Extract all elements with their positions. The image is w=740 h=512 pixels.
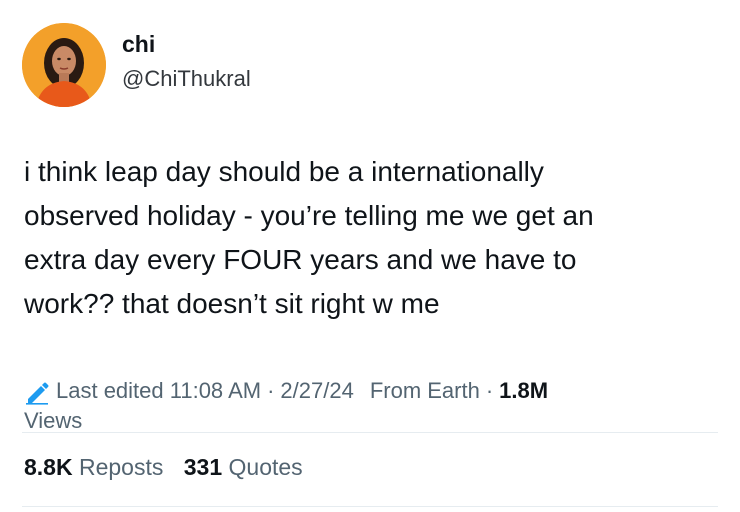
- reposts-count: 8.8K: [24, 454, 73, 480]
- meta-separator: ·: [267, 378, 275, 403]
- meta-row: Last edited 11:08 AM · 2/27/24 From Eart…: [24, 376, 714, 406]
- views-count: 1.8M: [499, 378, 549, 403]
- author-names: chi @ChiThukral: [122, 31, 251, 94]
- pencil-icon[interactable]: [24, 379, 50, 405]
- tweet-text-line: work?? that doesn’t sit right w me: [24, 288, 440, 319]
- engagement-stats: 8.8K Reposts 331 Quotes: [24, 452, 317, 482]
- tweet-card: chi @ChiThukral i think leap day should …: [0, 0, 740, 512]
- edited-label[interactable]: Last edited 11:08 AM: [56, 376, 261, 406]
- tweet-text-line: i think leap day should be a internation…: [24, 156, 544, 187]
- quotes-stat[interactable]: 331 Quotes: [184, 454, 303, 480]
- profile-photo-icon: [22, 23, 106, 107]
- quotes-count: 331: [183, 454, 223, 480]
- tweet-header: chi @ChiThukral: [22, 22, 251, 108]
- post-date[interactable]: 2/27/24: [280, 376, 353, 406]
- tweet-text: i think leap day should be a internation…: [24, 150, 714, 326]
- display-name[interactable]: chi: [122, 30, 251, 58]
- quotes-label: Quotes: [228, 454, 303, 480]
- reposts-stat[interactable]: 8.8K Reposts: [24, 454, 163, 480]
- meta-separator: ·: [485, 378, 494, 403]
- tweet-text-line: extra day every FOUR years and we have t…: [24, 244, 577, 275]
- tweet-meta: Last edited 11:08 AM · 2/27/24 From Eart…: [24, 376, 714, 436]
- user-handle[interactable]: @ChiThukral: [122, 64, 251, 94]
- tweet-text-line: observed holiday - you’re telling me we …: [24, 200, 594, 231]
- avatar[interactable]: [22, 23, 106, 107]
- divider: [22, 432, 718, 433]
- post-source: From Earth: [369, 378, 480, 403]
- divider: [22, 506, 718, 507]
- reposts-label: Reposts: [78, 454, 164, 480]
